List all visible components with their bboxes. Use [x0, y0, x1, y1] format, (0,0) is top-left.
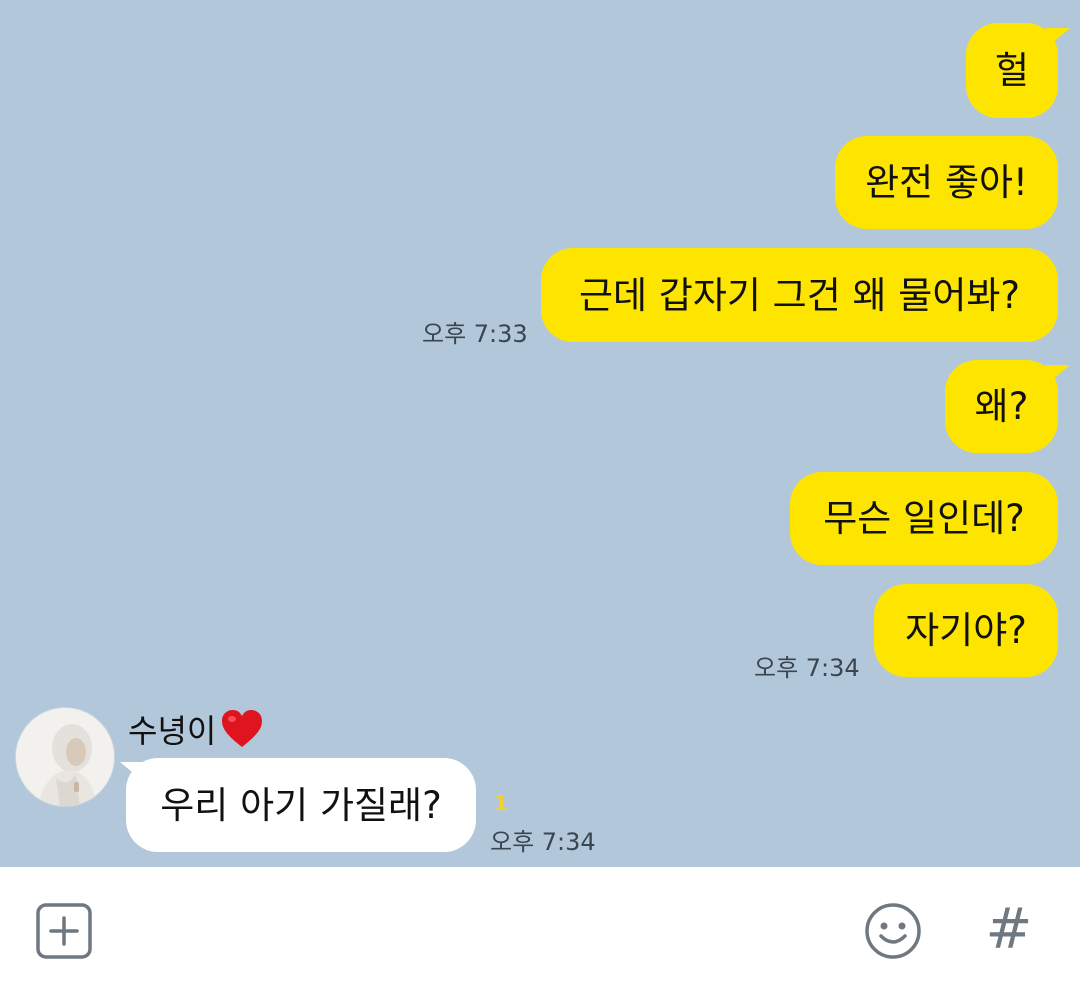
incoming-message[interactable]: 우리 아기 가질래? [126, 758, 476, 852]
outgoing-message[interactable]: 왜? [945, 360, 1058, 453]
message-text: 왜? [974, 385, 1029, 428]
bubble-tail [1046, 365, 1070, 385]
message-time: 오후 7:34 [754, 654, 860, 682]
chat-area[interactable]: 헐 완전 좋아! 근데 갑자기 그건 왜 물어봐? 오후 7:33 왜? 무슨 … [0, 0, 1080, 867]
outgoing-message[interactable]: 헐 [966, 23, 1058, 118]
message-time: 오후 7:34 [490, 828, 596, 856]
message-text: 완전 좋아! [865, 161, 1028, 204]
message-text: 헐 [994, 49, 1030, 92]
bubble-tail [1046, 28, 1070, 48]
outgoing-message[interactable]: 자기야? [874, 584, 1058, 677]
emoji-button[interactable] [864, 902, 922, 960]
message-time: 오후 7:33 [422, 320, 528, 348]
message-text: 근데 갑자기 그건 왜 물어봐? [578, 273, 1021, 317]
message-text: 우리 아기 가질래? [160, 783, 442, 827]
smiley-icon [865, 903, 921, 959]
message-text: 무슨 일인데? [823, 497, 1025, 540]
outgoing-message[interactable]: 무슨 일인데? [790, 472, 1058, 565]
hashtag-icon: # [985, 897, 1033, 962]
add-button[interactable] [36, 903, 92, 959]
message-text: 자기야? [905, 609, 1027, 652]
plus-square-icon [36, 903, 92, 959]
outgoing-message[interactable]: 근데 갑자기 그건 왜 물어봐? [541, 248, 1058, 342]
unread-count: 1 [494, 791, 508, 815]
heart-icon [222, 710, 263, 747]
sender-name-text: 수녕이 [128, 712, 217, 750]
sender-name: 수녕이 [128, 706, 264, 752]
hashtag-button[interactable]: # [984, 897, 1034, 963]
input-bar: # [0, 867, 1080, 993]
avatar-image [16, 708, 114, 806]
outgoing-message[interactable]: 완전 좋아! [835, 136, 1058, 229]
sender-avatar[interactable] [15, 707, 115, 807]
